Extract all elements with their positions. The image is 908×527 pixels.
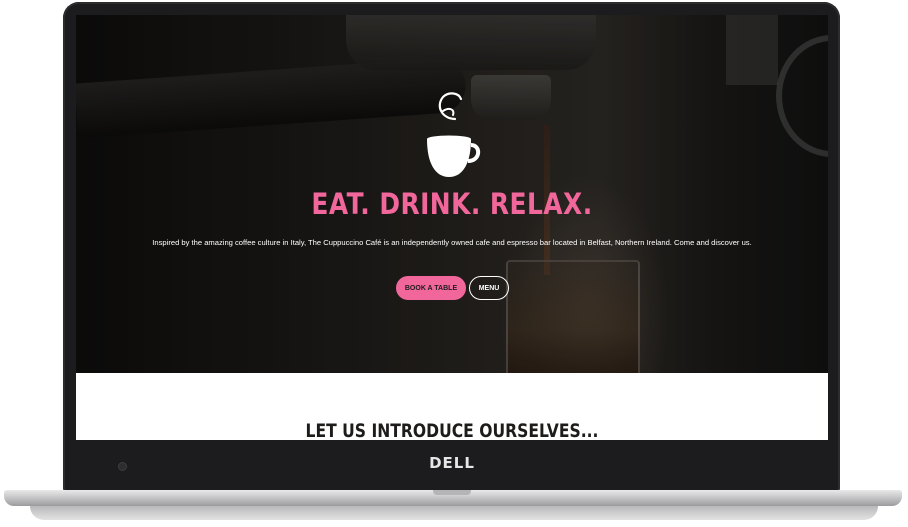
hero-section: EAT. DRINK. RELAX. Inspired by the amazi… — [76, 15, 828, 373]
book-table-button[interactable]: BOOK A TABLE — [396, 276, 466, 300]
intro-section: LET US INTRODUCE OURSELVES... — [76, 373, 828, 440]
browser-viewport: EAT. DRINK. RELAX. Inspired by the amazi… — [76, 15, 828, 440]
dell-logo: DELL — [429, 454, 475, 472]
intro-heading: LET US INTRODUCE OURSELVES... — [305, 420, 599, 440]
menu-button[interactable]: MENU — [469, 276, 509, 300]
hero-title: EAT. DRINK. RELAX. — [311, 187, 593, 221]
laptop-base-notch — [433, 490, 471, 495]
webcam-icon — [118, 462, 127, 471]
coffee-cup-logo-icon — [427, 92, 481, 177]
laptop-base-shadow — [30, 506, 878, 520]
hero-description: Inspired by the amazing coffee culture i… — [152, 238, 752, 247]
